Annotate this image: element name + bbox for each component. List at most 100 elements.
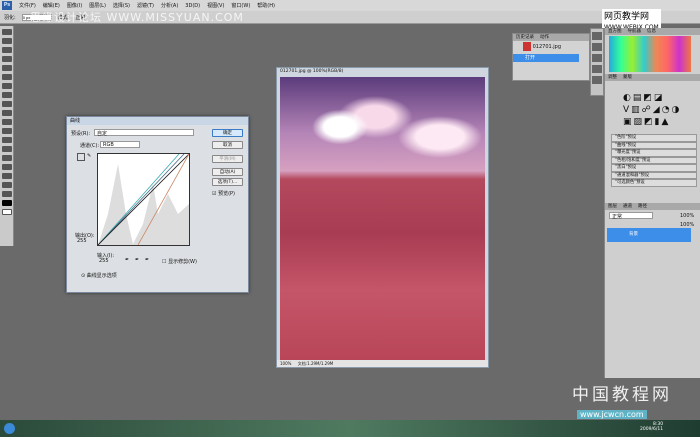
- type-tool-icon[interactable]: [2, 155, 12, 161]
- feather-label: 羽化:: [4, 14, 16, 21]
- preset-select[interactable]: 自定: [94, 129, 194, 137]
- foreground-color-swatch[interactable]: [2, 200, 12, 206]
- gray-eyedropper-icon[interactable]: ✒: [135, 257, 139, 263]
- layer-name: 背景: [629, 232, 638, 237]
- preset-hue-saturation[interactable]: "色相/饱和度"预设: [611, 156, 697, 164]
- clone-source-icon[interactable]: [592, 65, 602, 73]
- tools-panel: [0, 26, 14, 246]
- curves-graph[interactable]: [97, 153, 190, 246]
- start-button[interactable]: [4, 423, 15, 434]
- preset-levels[interactable]: "色阶"预设: [611, 134, 697, 142]
- output-value[interactable]: 255: [77, 238, 87, 244]
- shape-tool-icon[interactable]: [2, 173, 12, 179]
- channel-label: 通道(C):: [80, 143, 100, 149]
- blend-mode-select[interactable]: 正常: [609, 212, 653, 220]
- menu-window[interactable]: 窗口(W): [231, 2, 250, 9]
- clock[interactable]: 8:30 2009/6/11: [640, 422, 663, 432]
- zoom-level[interactable]: 100%: [280, 361, 291, 366]
- tab-histogram[interactable]: 直方图: [608, 28, 622, 35]
- options-button[interactable]: 选项(T)...: [212, 178, 243, 186]
- watermark-top: 思缘设计论坛 WWW.MISSYUAN.COM: [30, 11, 244, 24]
- auto-button[interactable]: 自动(A): [212, 168, 243, 176]
- tool-presets-icon[interactable]: [592, 76, 602, 84]
- marquee-tool-icon[interactable]: [2, 38, 12, 44]
- tab-history[interactable]: 历史记录: [516, 34, 534, 41]
- menu-analysis[interactable]: 分析(A): [161, 2, 178, 9]
- stamp-tool-icon[interactable]: [2, 101, 12, 107]
- tab-paths[interactable]: 路径: [638, 203, 647, 210]
- zoom-tool-icon[interactable]: [2, 191, 12, 197]
- preview-label: 预览(P): [218, 191, 235, 197]
- pencil-icon[interactable]: ✎: [87, 153, 91, 159]
- taskbar: 8:30 2009/6/11: [0, 420, 700, 437]
- tab-adjustments[interactable]: 调整: [608, 74, 617, 81]
- watermark-right-cn: 网页教学网: [604, 12, 650, 22]
- black-eyedropper-icon[interactable]: ✒: [125, 257, 129, 263]
- white-eyedropper-icon[interactable]: ✒: [145, 257, 149, 263]
- adjustment-presets-list: "色阶"预设 "曲线"预设 "曝光度"预设 "色相/饱和度"预设 "黑白"预设 …: [605, 134, 700, 187]
- actions-panel-icon[interactable]: [592, 43, 602, 51]
- canyon-photo[interactable]: [280, 77, 485, 361]
- status-bar: 100% 文档:1.29M/1.29M: [277, 360, 488, 367]
- menu-help[interactable]: 帮助(H): [257, 2, 275, 9]
- lasso-tool-icon[interactable]: [2, 47, 12, 53]
- right-panels: 直方图 导航器 信息 调整 蒙版 ◐▤◩◪ V▥☍◢◔◑ ▣▨◩▮▲ "色阶"预设 "曲线…: [604, 28, 700, 378]
- menu-image[interactable]: 图像(I): [67, 2, 82, 9]
- pen-tool-icon[interactable]: [2, 146, 12, 152]
- opacity-value[interactable]: 100%: [680, 213, 694, 219]
- tab-channels[interactable]: 通道: [623, 203, 632, 210]
- histogram-display: [609, 36, 691, 72]
- dodge-tool-icon[interactable]: [2, 137, 12, 143]
- move-tool-icon[interactable]: [2, 29, 12, 35]
- tab-masks[interactable]: 蒙版: [623, 74, 632, 81]
- menu-layer[interactable]: 图层(L): [89, 2, 106, 9]
- preview-checkbox[interactable]: ☑ 预览(P): [212, 190, 235, 197]
- channel-select[interactable]: RGB: [100, 141, 140, 148]
- curve-edit-icon[interactable]: [77, 153, 85, 161]
- document-title: 012701.jpg @ 100%(RGB/8): [280, 69, 344, 74]
- history-item-open[interactable]: 打开: [513, 54, 579, 62]
- background-color-swatch[interactable]: [2, 209, 12, 215]
- histogram-shape: [98, 164, 189, 245]
- crop-tool-icon[interactable]: [2, 65, 12, 71]
- input-value[interactable]: 255: [99, 258, 109, 264]
- cancel-button[interactable]: 取消: [212, 141, 243, 149]
- menu-edit[interactable]: 编辑(E): [43, 2, 60, 9]
- menu-filter[interactable]: 滤镜(T): [137, 2, 154, 9]
- snapshot-name: 012701.jpg: [532, 44, 562, 50]
- menu-view[interactable]: 视图(V): [207, 2, 224, 9]
- smooth-button[interactable]: 平滑(M): [212, 155, 243, 163]
- tab-info[interactable]: 信息: [647, 28, 656, 35]
- show-clipping-checkbox[interactable]: ☐ 显示修剪(W): [162, 258, 197, 265]
- path-select-tool-icon[interactable]: [2, 164, 12, 170]
- ok-button[interactable]: 确定: [212, 129, 243, 137]
- preset-black-white[interactable]: "黑白"预设: [611, 164, 697, 172]
- document-size: 文档:1.29M/1.29M: [297, 361, 334, 366]
- tab-layers[interactable]: 图层: [608, 203, 617, 210]
- hand-tool-icon[interactable]: [2, 182, 12, 188]
- tab-navigator[interactable]: 导航器: [628, 28, 642, 35]
- history-snapshot[interactable]: 012701.jpg: [513, 41, 589, 54]
- healing-tool-icon[interactable]: [2, 83, 12, 89]
- curve-display-options-toggle[interactable]: ⊙ 曲线显示选项: [81, 272, 117, 279]
- preset-selective-color[interactable]: "可选颜色"预设: [611, 179, 697, 187]
- preset-exposure[interactable]: "曝光度"预设: [611, 149, 697, 157]
- panel-dock: [590, 28, 604, 96]
- tab-actions[interactable]: 动作: [540, 34, 549, 41]
- eraser-tool-icon[interactable]: [2, 119, 12, 125]
- adjustment-icons[interactable]: ◐▤◩◪ V▥☍◢◔◑ ▣▨◩▮▲: [623, 92, 681, 128]
- history-panel-icon[interactable]: [592, 32, 602, 40]
- history-brush-tool-icon[interactable]: [2, 110, 12, 116]
- brush-tool-icon[interactable]: [2, 92, 12, 98]
- gradient-tool-icon[interactable]: [2, 128, 12, 134]
- menu-select[interactable]: 选择(S): [113, 2, 130, 9]
- preset-channel-mixer[interactable]: "通道混和器"预设: [611, 171, 697, 179]
- watermark-bottom: 中国教程网: [572, 385, 672, 405]
- menu-3d[interactable]: 3D(D): [185, 3, 200, 9]
- eyedropper-tool-icon[interactable]: [2, 74, 12, 80]
- layer-row-background[interactable]: 背景: [607, 228, 691, 242]
- menu-file[interactable]: 文件(F): [19, 2, 36, 9]
- magic-wand-tool-icon[interactable]: [2, 56, 12, 62]
- preset-curves[interactable]: "曲线"预设: [611, 141, 697, 149]
- brushes-panel-icon[interactable]: [592, 54, 602, 62]
